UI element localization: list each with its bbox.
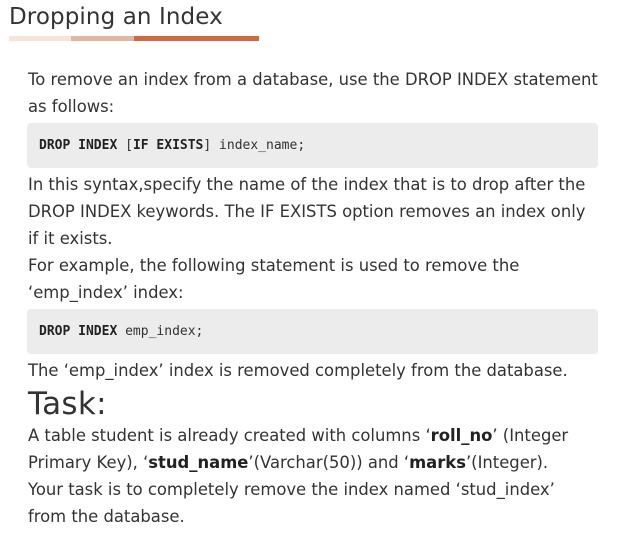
- task-heading: Task:: [28, 386, 107, 422]
- example-intro-paragraph: For example, the following statement is …: [28, 256, 520, 302]
- code-keyword-drop-index: DROP INDEX: [39, 138, 118, 153]
- result-paragraph: The ‘emp_index’ index is removed complet…: [28, 361, 568, 380]
- code-index-name: index_name;: [219, 138, 306, 153]
- task-text: ’(Integer).: [465, 453, 549, 472]
- example-code-block: DROP INDEX emp_index;: [27, 309, 598, 354]
- task-description: A table student is already created with …: [28, 422, 598, 476]
- lesson-content: To remove an index from a database, use …: [27, 66, 598, 530]
- underline-segment-accent: [134, 36, 259, 41]
- code-bracket-close: ]: [203, 138, 220, 153]
- task-text: ’(Varchar(50)) and ‘: [248, 453, 410, 472]
- task-text: A table student is already created with …: [28, 426, 431, 445]
- code-bracket-open: [: [117, 138, 133, 153]
- title-underline: [9, 36, 259, 41]
- code-keyword-if-exists: IF EXISTS: [132, 138, 204, 153]
- column-stud-name: stud_name: [148, 453, 249, 472]
- column-marks: marks: [409, 453, 466, 472]
- code-emp-index: emp_index;: [117, 324, 204, 339]
- explanation-paragraph: In this syntax,specify the name of the i…: [28, 175, 586, 248]
- underline-segment-light: [9, 36, 71, 41]
- code-keyword-drop-index: DROP INDEX: [39, 324, 118, 339]
- underline-segment-mid: [71, 36, 134, 41]
- task-instruction: Your task is to completely remove the in…: [28, 480, 555, 526]
- page-title: Dropping an Index: [9, 4, 223, 30]
- column-roll-no: roll_no: [430, 426, 493, 445]
- syntax-code-block: DROP INDEX [IF EXISTS] index_name;: [27, 123, 598, 168]
- intro-paragraph: To remove an index from a database, use …: [28, 70, 598, 116]
